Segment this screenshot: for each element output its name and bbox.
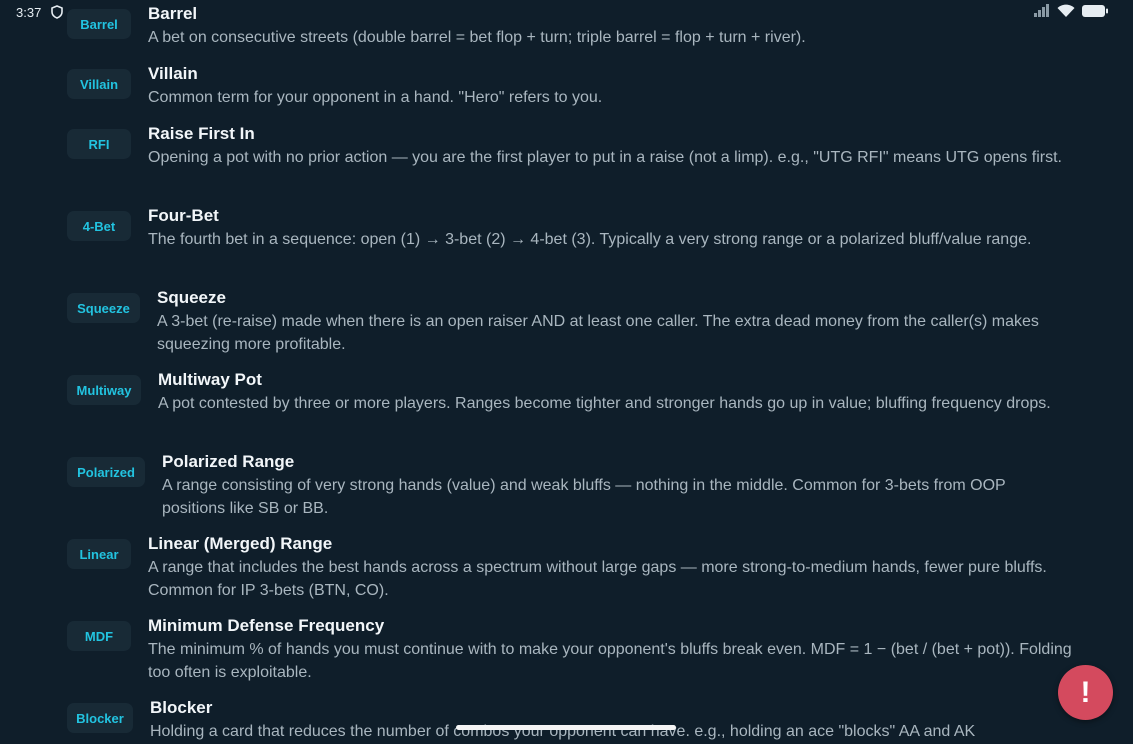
term-definition: A range consisting of very strong hands … — [162, 477, 1006, 517]
glossary-entry: Linear Linear (Merged) Range A range tha… — [67, 533, 1063, 602]
term-title: Multiway Pot — [158, 370, 262, 389]
term-tag: Blocker — [67, 703, 133, 733]
alert-icon: ! — [1080, 675, 1091, 709]
report-button[interactable]: ! — [1058, 665, 1113, 720]
entry-body: Squeeze A 3-bet (re-raise) made when the… — [157, 287, 1057, 356]
term-definition: A 3-bet (re-raise) made when there is an… — [157, 313, 1039, 353]
entry-body: Polarized Range A range consisting of ve… — [162, 451, 1062, 520]
term-definition: The fourth bet in a sequence: open (1) →… — [148, 231, 1032, 248]
glossary-entry: Multiway Multiway Pot A pot contested by… — [67, 369, 1063, 415]
entry-body: Linear (Merged) Range A range that inclu… — [148, 533, 1063, 602]
term-tag: Squeeze — [67, 293, 140, 323]
term-definition: Opening a pot with no prior action — you… — [148, 149, 1062, 166]
term-title: Villain — [148, 64, 198, 83]
term-tag: 4-Bet — [67, 211, 131, 241]
wifi-icon — [1057, 4, 1075, 23]
entry-body: Raise First In Opening a pot with no pri… — [148, 123, 1063, 169]
term-title: Squeeze — [157, 288, 226, 307]
term-tag: Linear — [67, 539, 131, 569]
entry-body: Villain Common term for your opponent in… — [148, 63, 1068, 109]
term-tag: Villain — [67, 69, 131, 99]
glossary-entry: RFI Raise First In Opening a pot with no… — [67, 123, 1063, 169]
term-tag: Multiway — [67, 375, 141, 405]
term-tag: MDF — [67, 621, 131, 651]
term-title: Four-Bet — [148, 206, 219, 225]
term-title: Blocker — [150, 698, 213, 717]
term-definition: Common term for your opponent in a hand.… — [148, 89, 603, 106]
term-title: Raise First In — [148, 124, 255, 143]
term-definition: Holding a card that reduces the number o… — [150, 723, 976, 740]
shield-icon — [51, 5, 63, 24]
term-definition: The minimum % of hands you must continue… — [148, 641, 1072, 681]
status-bar: 3:37 — [0, 0, 1133, 26]
term-tag: RFI — [67, 129, 131, 159]
term-title: Polarized Range — [162, 452, 295, 471]
term-definition: A pot contested by three or more players… — [158, 395, 1051, 412]
glossary-entry: Squeeze Squeeze A 3-bet (re-raise) made … — [67, 287, 1057, 356]
status-time: 3:37 — [16, 5, 42, 20]
entry-body: Minimum Defense Frequency The minimum % … — [148, 615, 1073, 684]
entry-body: Blocker Holding a card that reduces the … — [150, 697, 1050, 743]
term-title: Linear (Merged) Range — [148, 534, 333, 553]
signal-icon — [1033, 4, 1051, 23]
term-title: Minimum Defense Frequency — [148, 616, 385, 635]
glossary-entry: Villain Villain Common term for your opp… — [67, 63, 1068, 109]
term-definition: A bet on consecutive streets (double bar… — [148, 29, 806, 46]
term-definition: A range that includes the best hands acr… — [148, 559, 1047, 599]
entry-body: Multiway Pot A pot contested by three or… — [158, 369, 1063, 415]
glossary-entry: Blocker Blocker Holding a card that redu… — [67, 697, 1050, 743]
home-indicator[interactable] — [456, 725, 676, 730]
glossary-entry: 4-Bet Four-Bet The fourth bet in a seque… — [67, 205, 1048, 251]
entry-body: Four-Bet The fourth bet in a sequence: o… — [148, 205, 1048, 251]
term-tag: Polarized — [67, 457, 145, 487]
battery-icon — [1081, 4, 1109, 23]
glossary-entry: MDF Minimum Defense Frequency The minimu… — [67, 615, 1073, 684]
glossary-entry: Polarized Polarized Range A range consis… — [67, 451, 1062, 520]
